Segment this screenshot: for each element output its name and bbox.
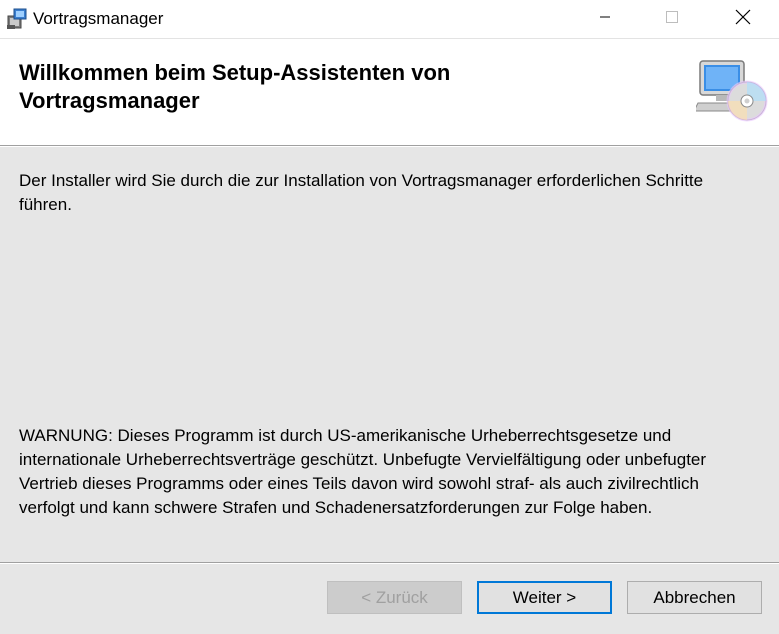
wizard-body: Der Installer wird Sie durch die zur Ins… <box>0 147 779 562</box>
computer-with-cd-icon <box>693 57 768 129</box>
wizard-header: Willkommen beim Setup-Assistenten von Vo… <box>0 38 779 146</box>
minimize-icon <box>599 10 611 28</box>
close-button[interactable] <box>720 0 766 38</box>
next-button[interactable]: Weiter > <box>477 581 612 614</box>
maximize-icon <box>665 10 679 29</box>
close-icon <box>735 9 751 30</box>
back-button[interactable]: < Zurück <box>327 581 462 614</box>
copyright-warning-text: WARNUNG: Dieses Programm ist durch US-am… <box>19 426 707 517</box>
wizard-footer: < Zurück Weiter > Abbrechen <box>0 564 779 634</box>
minimize-button[interactable] <box>582 0 628 38</box>
cancel-button[interactable]: Abbrechen <box>627 581 762 614</box>
maximize-button[interactable] <box>649 0 695 38</box>
installer-app-icon <box>6 8 28 30</box>
window-title: Vortragsmanager <box>33 9 164 28</box>
page-title: Willkommen beim Setup-Assistenten von Vo… <box>19 60 451 113</box>
title-bar[interactable]: Vortragsmanager <box>0 0 779 38</box>
intro-text: Der Installer wird Sie durch die zur Ins… <box>19 171 704 214</box>
